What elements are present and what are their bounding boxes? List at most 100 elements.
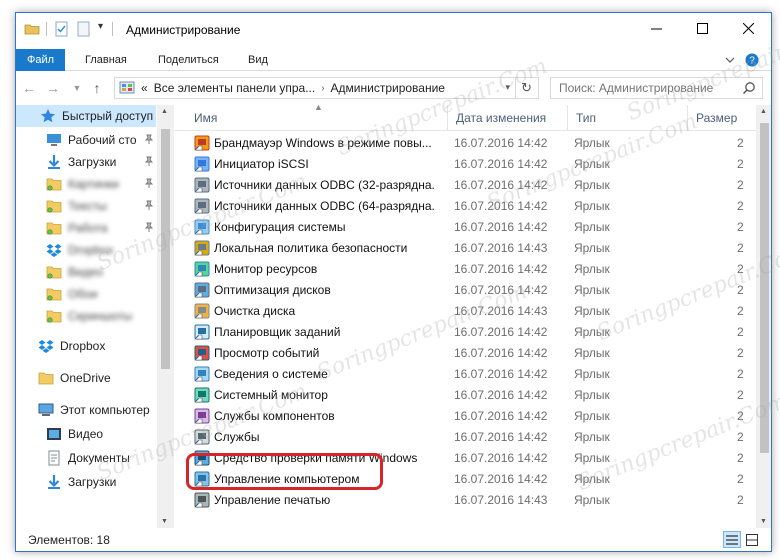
table-row[interactable]: Очистка диска 16.07.2016 14:43 Ярлык 2 (174, 301, 771, 322)
address-bar[interactable]: « Все элементы панели упра... › Админист… (114, 77, 539, 99)
table-row[interactable]: Оптимизация дисков 16.07.2016 14:42 Ярлык 2 (174, 280, 771, 301)
sidebar-item-label: Картинки (68, 177, 119, 191)
sidebar-item[interactable]: Загрузки (16, 471, 156, 493)
new-folder-icon[interactable] (76, 21, 92, 37)
chevron-down-icon[interactable] (725, 55, 735, 65)
table-row[interactable]: Просмотр событий 16.07.2016 14:42 Ярлык 2 (174, 343, 771, 364)
sidebar-item[interactable]: Быстрый доступ (16, 105, 156, 127)
table-row[interactable]: Планировщик заданий 16.07.2016 14:42 Ярлык… (174, 322, 771, 343)
file-size: 2 (737, 409, 744, 423)
services-icon (194, 429, 210, 445)
refresh-icon[interactable]: ↻ (521, 80, 532, 96)
back-button[interactable]: ← (20, 79, 38, 97)
table-row[interactable]: Управление печатью 16.07.2016 14:43 Ярлык 2 (174, 490, 771, 511)
table-row[interactable]: Монитор ресурсов 16.07.2016 14:42 Ярлык 2 (174, 259, 771, 280)
table-row[interactable]: Службы 16.07.2016 14:42 Ярлык 2 (174, 427, 771, 448)
search-input[interactable] (551, 78, 736, 98)
sidebar-item[interactable]: Работа (16, 217, 156, 239)
ribbon-tabs: Файл Главная Поделиться Вид ? (16, 49, 771, 71)
sidebar-item[interactable]: Видео (16, 261, 156, 283)
sidebar-item[interactable]: Документы (16, 447, 156, 469)
breadcrumb-prefix[interactable]: « (141, 81, 148, 95)
download-icon (48, 155, 60, 169)
svg-text:?: ? (749, 56, 755, 67)
pin-icon[interactable] (144, 178, 154, 188)
file-name: Управление печатью (214, 493, 331, 507)
sidebar-item[interactable]: OneDrive (16, 367, 156, 389)
sidebar-item[interactable]: Загрузки (16, 151, 156, 173)
file-type: Ярлык (574, 178, 610, 192)
tab-file[interactable]: Файл (16, 49, 65, 71)
file-date: 16.07.2016 14:42 (454, 262, 548, 276)
scroll-up-icon[interactable]: ▲ (760, 108, 767, 115)
sidebar-item[interactable]: Этот компьютер (16, 399, 156, 421)
file-type: Ярлык (574, 430, 610, 444)
table-row[interactable]: Источники данных ODBC (64-разрядна... 16.… (174, 196, 771, 217)
minimize-button[interactable] (633, 13, 679, 43)
close-button[interactable] (725, 13, 771, 43)
breadcrumb-administration[interactable]: Администрирование (331, 81, 445, 95)
file-type: Ярлык (574, 262, 610, 276)
sidebar-item[interactable]: Видео (16, 423, 156, 445)
up-button[interactable]: ↑ (88, 79, 106, 97)
sidebar-scrollbar[interactable]: ▲ ▼ (157, 105, 174, 528)
pin-icon[interactable] (144, 200, 154, 210)
file-name: Источники данных ODBC (64-разрядна... (214, 199, 436, 213)
details-view-button[interactable] (723, 531, 741, 548)
file-size: 2 (737, 346, 744, 360)
file-size: 2 (737, 262, 744, 276)
tab-home[interactable]: Главная (73, 49, 139, 71)
tab-share[interactable]: Поделиться (146, 49, 231, 71)
column-header-size[interactable]: Размер (688, 105, 756, 131)
video-icon (47, 428, 61, 440)
file-name: Сведения о системе (214, 367, 328, 381)
table-row[interactable]: Источники данных ODBC (32-разрядна... 16.… (174, 175, 771, 196)
table-row[interactable]: Системный монитор 16.07.2016 14:42 Ярлык 2 (174, 385, 771, 406)
recent-locations-button[interactable]: ▼ (68, 79, 86, 97)
table-row[interactable]: Инициатор iSCSI 16.07.2016 14:42 Ярлык 2 (174, 154, 771, 175)
file-list-scrollbar[interactable]: ▲ ▼ (756, 105, 771, 528)
pin-icon[interactable] (144, 134, 154, 144)
column-header-name[interactable]: Имя (186, 105, 448, 131)
sidebar-item-label: Скриншоты (68, 309, 133, 323)
search-icon[interactable] (742, 81, 756, 95)
sidebar-item[interactable]: Рабочий сто (16, 129, 156, 151)
table-row[interactable]: Локальная политика безопасности 16.07.201… (174, 238, 771, 259)
scroll-down-icon[interactable]: ▼ (760, 518, 767, 525)
sidebar-item[interactable]: Скриншоты (16, 305, 156, 327)
pin-icon[interactable] (144, 222, 154, 232)
search-box[interactable] (550, 77, 763, 99)
sidebar-item[interactable]: Dropbox (16, 239, 156, 261)
address-history-icon[interactable]: ▾ (505, 82, 510, 93)
breadcrumb-control-panel[interactable]: Все элементы панели упра... (154, 81, 316, 95)
maximize-button[interactable] (679, 13, 725, 43)
table-row[interactable]: Конфигурация системы 16.07.2016 14:42 Ярлы… (174, 217, 771, 238)
sidebar-item[interactable]: Dropbox (16, 335, 156, 357)
tab-view[interactable]: Вид (236, 49, 280, 71)
column-header-date[interactable]: Дата изменения (448, 105, 568, 131)
table-row[interactable]: Службы компонентов 16.07.2016 14:42 Ярлык 2 (174, 406, 771, 427)
scroll-down-icon[interactable]: ▼ (161, 518, 168, 525)
sidebar-item[interactable]: Картинки (16, 173, 156, 195)
print-management-icon (194, 492, 210, 508)
customize-quick-access-icon[interactable]: ▾ (98, 21, 103, 32)
column-header-type[interactable]: Тип (568, 105, 688, 131)
breadcrumb-chevron-icon[interactable]: › (321, 83, 324, 94)
sidebar-item[interactable]: Обои (16, 283, 156, 305)
defrag-icon (194, 282, 210, 298)
help-icon[interactable]: ? (745, 53, 759, 67)
scrollbar-thumb[interactable] (760, 123, 769, 453)
table-row[interactable]: Сведения о системе 16.07.2016 14:42 Ярлык 2 (174, 364, 771, 385)
folder-icon (46, 178, 62, 191)
table-row[interactable]: Брандмауэр Windows в режиме повы... 16.07… (174, 133, 771, 154)
security-policy-icon (194, 240, 210, 256)
sidebar-item-label: Загрузки (68, 475, 117, 489)
scroll-up-icon[interactable]: ▲ (161, 108, 168, 115)
sidebar-item[interactable]: Тексты (16, 195, 156, 217)
properties-icon[interactable] (54, 21, 70, 37)
pin-icon[interactable] (144, 156, 154, 166)
large-icons-view-button[interactable] (743, 531, 761, 548)
scrollbar-thumb[interactable] (161, 129, 170, 369)
folder-icon[interactable] (24, 21, 40, 37)
forward-button[interactable]: → (44, 79, 62, 97)
